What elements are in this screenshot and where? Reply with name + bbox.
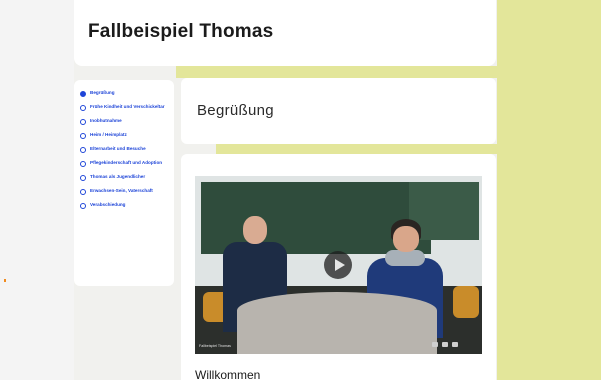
video-scene-chair: [453, 286, 479, 318]
radio-dot-icon: [80, 105, 86, 111]
nav-item-inobhutnahme[interactable]: Inobhutnahme: [80, 118, 168, 125]
radio-dot-icon: [80, 147, 86, 153]
page-title: Fallbeispiel Thomas: [88, 21, 274, 42]
decorative-mark: [4, 279, 6, 282]
nav-item-verabschiedung[interactable]: Verabschiedung: [80, 202, 168, 209]
nav-item-label: Pflegekinderschaft und Adoption: [90, 160, 163, 165]
nav-item-vaterschaft[interactable]: Erwachsen-Sein, Vaterschaft: [80, 188, 168, 195]
nav-item-heim[interactable]: Heim / Heimplatz: [80, 132, 168, 139]
chapter-nav: Begrüßung Frühe Kindheit und Verschickel…: [74, 80, 174, 286]
video-scene-table: [237, 292, 437, 354]
video-caption: Fallbeispiel Thomas: [199, 344, 231, 348]
radio-dot-icon: [80, 189, 86, 195]
nav-item-pflegekinderschaft[interactable]: Pflegekinderschaft und Adoption: [80, 160, 168, 167]
content-subheading: Willkommen: [195, 368, 261, 380]
nav-item-label: Verabschiedung: [90, 202, 126, 207]
play-icon: [334, 259, 345, 271]
nav-item-label: Elternarbeit und Besuche: [90, 146, 146, 151]
decorative-stripe: [216, 144, 497, 154]
nav-item-label: Begrüßung: [90, 90, 115, 95]
nav-item-label: Frühe Kindheit und Verschickeltar: [90, 104, 165, 109]
section-header-card: Begrüßung: [181, 78, 496, 144]
decorative-green-panel: [497, 0, 601, 380]
radio-dot-icon: [80, 161, 86, 167]
play-button[interactable]: [324, 251, 352, 279]
nav-item-begruessung[interactable]: Begrüßung: [80, 90, 168, 97]
nav-item-label: Thomas als Jugendlicher: [90, 174, 146, 179]
volume-icon[interactable]: [432, 342, 438, 347]
decorative-stripe: [176, 66, 497, 78]
settings-icon[interactable]: [442, 342, 448, 347]
title-card: Fallbeispiel Thomas: [74, 0, 496, 66]
radio-dot-icon: [80, 133, 86, 139]
fullscreen-icon[interactable]: [452, 342, 458, 347]
nav-item-label: Inobhutnahme: [90, 118, 122, 123]
radio-dot-icon: [80, 175, 86, 181]
radio-dot-icon: [80, 91, 86, 97]
nav-item-elternarbeit[interactable]: Elternarbeit und Besuche: [80, 146, 168, 153]
section-title: Begrüßung: [197, 102, 274, 119]
nav-item-label: Heim / Heimplatz: [90, 132, 127, 137]
video-controls: [432, 342, 458, 347]
radio-dot-icon: [80, 203, 86, 209]
radio-dot-icon: [80, 119, 86, 125]
nav-item-jugendlicher[interactable]: Thomas als Jugendlicher: [80, 174, 168, 181]
nav-item-fruehe-kindheit[interactable]: Frühe Kindheit und Verschickeltar: [80, 104, 168, 111]
nav-item-label: Erwachsen-Sein, Vaterschaft: [90, 188, 153, 193]
